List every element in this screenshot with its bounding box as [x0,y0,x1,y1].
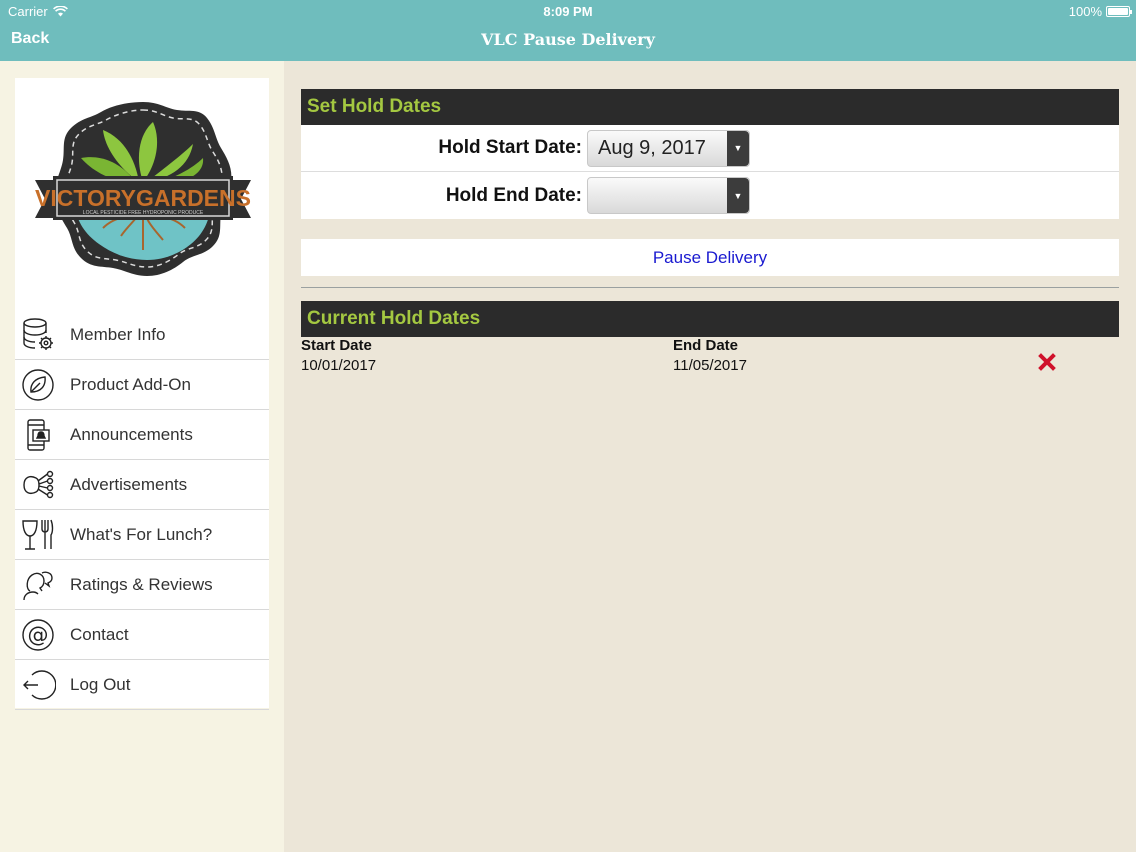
sidebar-item-label: Announcements [70,424,193,444]
sidebar-item-announcements[interactable]: Announcements [15,410,269,460]
logo-brand-text: VICTORYGARDENS [35,185,251,211]
hold-end-label: Hold End Date: [445,184,582,206]
hold-start-date-value: Aug 9, 2017 [598,136,706,159]
divider [301,287,1119,288]
victory-gardens-logo: VICTORYGARDENS LOCAL PESTICIDE FREE HYDR… [35,100,251,276]
sidebar-card: VICTORYGARDENS LOCAL PESTICIDE FREE HYDR… [15,78,269,710]
dropdown-arrow-icon: ▼ [727,130,749,166]
hold-start-date-picker[interactable]: Aug 9, 2017 ▼ [587,129,750,167]
sidebar-item-label: What's For Lunch? [70,524,213,544]
end-date-column-header: End Date [673,337,739,354]
page-title: VLC Pause Delivery [481,30,655,49]
sidebar-item-label: Advertisements [70,474,188,494]
sidebar-item-label: Contact [70,624,129,644]
sidebar-item-whats-for-lunch[interactable]: What's For Lunch? [15,510,269,560]
svg-text:@: @ [28,623,49,647]
hold-start-cell: 10/01/2017 [301,357,377,374]
set-hold-dates-heading: Set Hold Dates [301,89,1119,125]
current-hold-dates-heading: Current Hold Dates [301,301,1119,337]
hold-start-row: Hold Start Date: Aug 9, 2017 ▼ [301,125,1119,172]
battery-icon [1106,6,1132,17]
hold-end-row: Hold End Date: ▼ [301,172,1119,219]
logout-icon [18,665,58,705]
sidebar-item-label: Member Info [70,324,166,344]
hold-start-label: Hold Start Date: [438,137,582,158]
hold-end-date-picker[interactable]: ▼ [587,177,750,214]
set-hold-dates-panel: Hold Start Date: Aug 9, 2017 ▼ Hold End … [301,125,1119,219]
hold-end-cell: 11/05/2017 [673,357,747,374]
dropdown-arrow-icon: ▼ [727,178,749,213]
sidebar-item-label: Product Add-On [70,374,191,394]
database-gear-icon [18,315,58,355]
sidebar: VICTORYGARDENS LOCAL PESTICIDE FREE HYDR… [0,61,284,852]
sidebar-item-member-info[interactable]: Member Info [15,310,269,360]
sidebar-menu: Member Info Product Add-On Announcements… [15,310,269,710]
logo-tagline: LOCAL PESTICIDE FREE HYDROPONIC PRODUCE [83,210,204,216]
at-icon: @ [18,615,58,655]
sidebar-item-contact[interactable]: @ Contact [15,610,269,660]
battery-percent: 100% [1068,4,1102,19]
status-time: 8:09 PM [543,4,593,19]
status-battery: 100% [1068,4,1132,19]
delete-hold-icon[interactable] [1038,353,1056,371]
sidebar-item-advertisements[interactable]: Advertisements [15,460,269,510]
navigation-bar: Carrier 8:09 PM 100% Back VLC Pause Deli… [0,0,1136,61]
sidebar-item-label: Ratings & Reviews [70,574,213,594]
sidebar-item-product-add-on[interactable]: Product Add-On [15,360,269,410]
sidebar-item-ratings-reviews[interactable]: Ratings & Reviews [15,560,269,610]
person-chat-icon [18,565,58,605]
pause-delivery-button[interactable]: Pause Delivery [301,239,1119,276]
sidebar-item-label: Log Out [70,674,131,694]
fork-glass-icon [18,515,58,555]
main-content: Set Hold Dates Hold Start Date: Aug 9, 2… [284,61,1136,852]
network-icon [18,465,58,505]
sidebar-item-log-out[interactable]: Log Out [15,660,269,710]
phone-bell-icon [18,415,58,455]
start-date-column-header: Start Date [301,337,372,354]
leaf-icon [18,365,58,405]
